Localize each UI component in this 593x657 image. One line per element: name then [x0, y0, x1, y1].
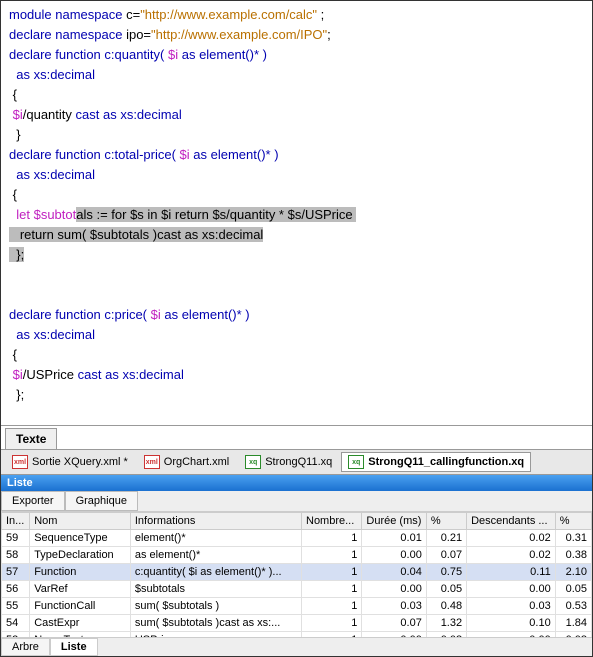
cell-info: element()* — [130, 530, 301, 547]
cell-pct: 1.32 — [426, 615, 466, 632]
file-tab-label: Sortie XQuery.xml * — [32, 456, 128, 468]
cell-count: 1 — [302, 615, 362, 632]
cell-index: 59 — [2, 530, 30, 547]
cell-pct2: 2.10 — [555, 564, 591, 581]
cell-count: 1 — [302, 581, 362, 598]
file-tab-label: StrongQ11.xq — [265, 456, 332, 468]
cell-duration: 0.04 — [362, 564, 426, 581]
cell-index: 56 — [2, 581, 30, 598]
xml-icon: xml — [12, 455, 28, 469]
file-tab[interactable]: xml Sortie XQuery.xml * — [5, 452, 135, 472]
col-info[interactable]: Informations — [130, 513, 301, 530]
file-tab[interactable]: xq StrongQ11_callingfunction.xq — [341, 452, 531, 472]
cell-name: FunctionCall — [30, 598, 131, 615]
cell-pct2: 0.31 — [555, 530, 591, 547]
code-editor[interactable]: module namespace c="http://www.example.c… — [1, 1, 592, 426]
cell-info: as element()* — [130, 547, 301, 564]
cell-index: 54 — [2, 615, 30, 632]
cell-descendants: 0.02 — [467, 530, 556, 547]
file-tab-label: StrongQ11_callingfunction.xq — [368, 456, 524, 468]
results-grid[interactable]: In... Nom Informations Nombre... Durée (… — [1, 512, 592, 637]
col-duration[interactable]: Durée (ms) — [362, 513, 426, 530]
cell-name: VarRef — [30, 581, 131, 598]
cell-count: 1 — [302, 547, 362, 564]
xq-icon: xq — [245, 455, 261, 469]
cell-descendants: 0.10 — [467, 615, 556, 632]
cell-name: SequenceType — [30, 530, 131, 547]
cell-duration: 0.01 — [362, 530, 426, 547]
panel-title: Liste — [1, 475, 592, 491]
table-row[interactable]: 59SequenceTypeelement()*10.010.210.020.3… — [2, 530, 592, 547]
file-tab-label: OrgChart.xml — [164, 456, 229, 468]
table-row[interactable]: 57Functionc:quantity( $i as element()* )… — [2, 564, 592, 581]
file-tabbar: xml Sortie XQuery.xml * xml OrgChart.xml xq S… — [1, 450, 592, 475]
xq-icon: xq — [348, 455, 364, 469]
table-row[interactable]: 54CastExprsum( $subtotals )cast as xs:..… — [2, 615, 592, 632]
cell-duration: 0.00 — [362, 581, 426, 598]
cell-pct: 0.05 — [426, 581, 466, 598]
cell-pct: 0.21 — [426, 530, 466, 547]
cell-pct2: 0.38 — [555, 547, 591, 564]
cell-name: Function — [30, 564, 131, 581]
editor-tabbar: Texte — [1, 426, 592, 450]
col-name[interactable]: Nom — [30, 513, 131, 530]
cell-info: c:quantity( $i as element()* )... — [130, 564, 301, 581]
panel-toolbar: Exporter Graphique — [1, 491, 592, 512]
col-pct[interactable]: % — [426, 513, 466, 530]
file-tab[interactable]: xq StrongQ11.xq — [238, 452, 339, 472]
cell-count: 1 — [302, 530, 362, 547]
cell-info: sum( $subtotals )cast as xs:... — [130, 615, 301, 632]
file-tab[interactable]: xml OrgChart.xml — [137, 452, 236, 472]
cell-pct2: 0.53 — [555, 598, 591, 615]
chart-button[interactable]: Graphique — [65, 491, 138, 511]
cell-pct: 0.48 — [426, 598, 466, 615]
cell-pct2: 0.05 — [555, 581, 591, 598]
cell-duration: 0.07 — [362, 615, 426, 632]
cell-name: TypeDeclaration — [30, 547, 131, 564]
cell-index: 57 — [2, 564, 30, 581]
cell-name: CastExpr — [30, 615, 131, 632]
tab-texte[interactable]: Texte — [5, 428, 57, 449]
col-count[interactable]: Nombre... — [302, 513, 362, 530]
cell-info: $subtotals — [130, 581, 301, 598]
tab-arbre[interactable]: Arbre — [1, 638, 50, 656]
cell-index: 58 — [2, 547, 30, 564]
cell-duration: 0.00 — [362, 547, 426, 564]
cell-index: 55 — [2, 598, 30, 615]
table-row[interactable]: 56VarRef$subtotals10.000.050.000.05 — [2, 581, 592, 598]
cell-descendants: 0.03 — [467, 598, 556, 615]
export-button[interactable]: Exporter — [1, 491, 65, 511]
cell-pct2: 1.84 — [555, 615, 591, 632]
col-index[interactable]: In... — [2, 513, 30, 530]
cell-info: sum( $subtotals ) — [130, 598, 301, 615]
cell-count: 1 — [302, 598, 362, 615]
col-pct2[interactable]: % — [555, 513, 591, 530]
cell-descendants: 0.00 — [467, 581, 556, 598]
tab-liste[interactable]: Liste — [50, 638, 98, 656]
cell-descendants: 0.02 — [467, 547, 556, 564]
cell-pct: 0.07 — [426, 547, 466, 564]
cell-descendants: 0.11 — [467, 564, 556, 581]
col-descendants[interactable]: Descendants ... — [467, 513, 556, 530]
table-row[interactable]: 55FunctionCallsum( $subtotals )10.030.48… — [2, 598, 592, 615]
table-row[interactable]: 58TypeDeclarationas element()*10.000.070… — [2, 547, 592, 564]
cell-pct: 0.75 — [426, 564, 466, 581]
xml-icon: xml — [144, 455, 160, 469]
bottom-tabbar: Arbre Liste — [1, 637, 592, 656]
cell-duration: 0.03 — [362, 598, 426, 615]
cell-count: 1 — [302, 564, 362, 581]
